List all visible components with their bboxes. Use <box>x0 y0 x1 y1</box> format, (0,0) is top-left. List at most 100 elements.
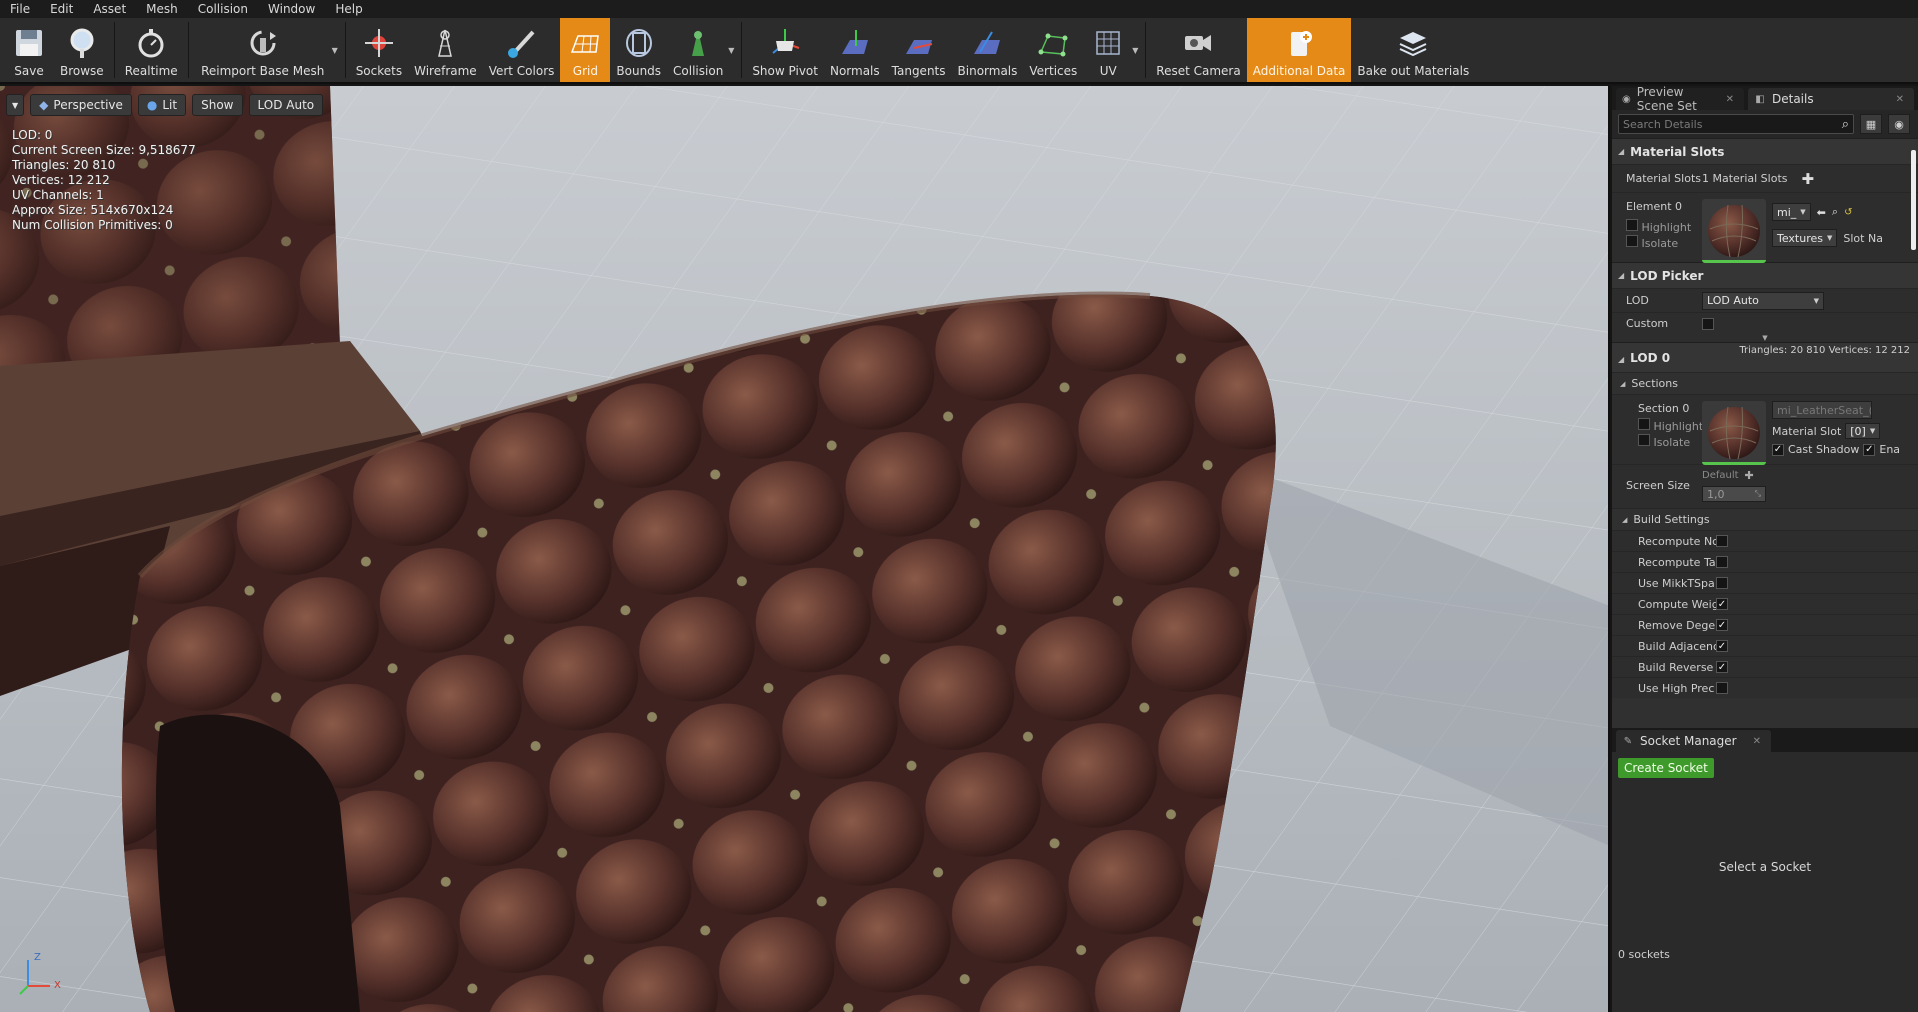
lod0-stats: Triangles: 20 810 Vertices: 12 212 <box>1739 345 1910 356</box>
build-setting-checkbox[interactable] <box>1716 682 1728 694</box>
stat-screen-size: Current Screen Size: 9,518677 <box>12 143 196 157</box>
collapse-arrow-icon: ◢ <box>1618 271 1625 280</box>
lod-auto-button[interactable]: LOD Auto <box>248 94 324 116</box>
tangents-button[interactable]: Tangents <box>886 18 952 82</box>
axis-z-label: Z <box>34 952 41 963</box>
add-icon[interactable]: ✚ <box>1745 469 1754 482</box>
additional-data-button[interactable]: Additional Data <box>1246 18 1352 82</box>
property-matrix-button[interactable]: ▦ <box>1860 114 1882 134</box>
bake-out-materials-button[interactable]: Bake out Materials <box>1351 18 1475 82</box>
view-options-button[interactable]: ◉ <box>1888 114 1910 134</box>
normals-button[interactable]: Normals <box>824 18 886 82</box>
reimport-button[interactable]: Reimport Base Mesh <box>193 18 333 82</box>
build-settings-subcategory[interactable]: ◢ Build Settings <box>1612 508 1918 530</box>
mesh-stats: LOD: 0 Current Screen Size: 9,518677 Tri… <box>12 128 196 233</box>
add-icon[interactable]: ✚ <box>1802 170 1815 188</box>
uv-button[interactable]: UV <box>1083 18 1133 82</box>
custom-checkbox[interactable] <box>1702 317 1714 330</box>
vert-colors-button[interactable]: Vert Colors <box>483 18 561 82</box>
lod-dropdown[interactable]: LOD Auto ▼ <box>1702 291 1824 310</box>
menu-collision[interactable]: Collision <box>188 0 258 18</box>
build-setting-checkbox[interactable]: ✓ <box>1716 598 1728 610</box>
reset-camera-button[interactable]: Reset Camera <box>1150 18 1246 82</box>
browse-button[interactable]: Browse <box>54 18 110 82</box>
build-setting-row: Recompute Nc <box>1612 530 1918 551</box>
menu-help[interactable]: Help <box>325 0 372 18</box>
collision-button[interactable]: Collision <box>667 18 729 82</box>
cast-shadow-checkbox[interactable]: ✓ <box>1772 443 1784 456</box>
wireframe-button[interactable]: Wireframe <box>408 18 483 82</box>
show-button[interactable]: Show <box>192 94 243 116</box>
expand-arrow-icon[interactable]: ▼ <box>1612 334 1918 342</box>
mesh-viewport[interactable]: ▼ ◆ Perspective ● Lit Show LOD Auto LOD: 0… <box>0 86 1610 1012</box>
highlight-checkbox[interactable] <box>1626 219 1638 231</box>
build-setting-checkbox[interactable] <box>1716 577 1728 589</box>
menu-asset[interactable]: Asset <box>83 0 136 18</box>
drag-handle-icon: ⤡ <box>1754 489 1761 498</box>
vertices-button[interactable]: Vertices <box>1023 18 1083 82</box>
collision-dropdown-icon[interactable]: ▼ <box>725 18 737 82</box>
menu-mesh[interactable]: Mesh <box>136 0 188 18</box>
binormals-button[interactable]: Binormals <box>952 18 1024 82</box>
sections-subcategory[interactable]: ◢ Sections <box>1612 372 1918 394</box>
additional-data-icon <box>1280 24 1318 62</box>
section-highlight-checkbox[interactable] <box>1638 418 1650 430</box>
close-icon[interactable]: ✕ <box>1753 736 1761 747</box>
search-details-input[interactable]: Search Details ⌕ <box>1618 114 1854 134</box>
scene-icon: ◉ <box>1622 93 1631 105</box>
bounds-button[interactable]: Bounds <box>610 18 667 82</box>
build-setting-checkbox[interactable] <box>1716 535 1728 547</box>
uv-dropdown-icon[interactable]: ▼ <box>1129 18 1141 82</box>
browse-search-icon[interactable]: ⌕ <box>1832 205 1838 219</box>
select-socket-text: Select a Socket <box>1718 860 1812 874</box>
lit-button[interactable]: ● Lit <box>137 94 187 116</box>
vertices-icon <box>1034 24 1072 62</box>
section-material-thumbnail[interactable] <box>1702 401 1766 465</box>
save-button[interactable]: Save <box>4 18 54 82</box>
textures-dropdown[interactable]: Textures ▼ <box>1772 229 1838 247</box>
tab-preview-scene-set[interactable]: ◉ Preview Scene Set ✕ <box>1616 85 1744 113</box>
perspective-button[interactable]: ◆ Perspective <box>30 94 132 116</box>
viewport-options-button[interactable]: ▼ <box>6 94 25 116</box>
build-setting-label: Use MikkTSpa <box>1638 576 1715 590</box>
enable-collision-checkbox[interactable]: ✓ <box>1863 443 1876 456</box>
create-socket-button[interactable]: Create Socket <box>1618 758 1714 778</box>
chevron-down-icon: ▼ <box>1813 296 1819 305</box>
show-pivot-button[interactable]: Show Pivot <box>746 18 824 82</box>
close-icon[interactable]: ✕ <box>1726 94 1734 105</box>
grid-button[interactable]: Grid <box>560 18 611 82</box>
tab-socket-manager[interactable]: ✎ Socket Manager ✕ <box>1616 730 1771 752</box>
close-icon[interactable]: ✕ <box>1896 94 1904 105</box>
realtime-button[interactable]: Realtime <box>119 18 184 82</box>
paintbrush-icon <box>503 24 541 62</box>
menu-file[interactable]: File <box>0 0 40 18</box>
isolate-checkbox[interactable] <box>1626 235 1638 247</box>
details-scrollbar[interactable] <box>1911 150 1916 250</box>
section-material-dropdown[interactable]: mi_LeatherSeat_(▼ <box>1772 401 1872 419</box>
material-sphere-icon <box>1702 199 1766 260</box>
material-slots-category[interactable]: ◢ Material Slots <box>1612 138 1918 164</box>
tab-details[interactable]: ◧ Details ✕ <box>1748 88 1914 110</box>
material-slot-dropdown[interactable]: [0] ▼ <box>1845 423 1881 439</box>
sockets-button[interactable]: Sockets <box>350 18 408 82</box>
reset-icon[interactable]: ↺ <box>1844 207 1852 218</box>
toolbar-separator <box>344 22 346 78</box>
lod0-category[interactable]: ◢ LOD 0 Triangles: 20 810 Vertices: 12 21… <box>1612 342 1918 372</box>
build-setting-checkbox[interactable]: ✓ <box>1716 640 1728 652</box>
section-isolate-checkbox[interactable] <box>1638 434 1650 446</box>
menu-edit[interactable]: Edit <box>40 0 83 18</box>
screen-size-input[interactable]: 1,0 ⤡ <box>1702 486 1766 502</box>
magnifier-icon <box>63 24 101 62</box>
lod-picker-category[interactable]: ◢ LOD Picker <box>1612 262 1918 288</box>
stat-num-collision: Num Collision Primitives: 0 <box>12 218 173 232</box>
menu-window[interactable]: Window <box>258 0 325 18</box>
build-setting-checkbox[interactable] <box>1716 556 1728 568</box>
arrow-left-icon[interactable]: ⬅ <box>1817 206 1826 219</box>
build-setting-checkbox[interactable]: ✓ <box>1716 619 1728 631</box>
material-dropdown[interactable]: mi_ ▼ <box>1772 203 1811 221</box>
socket-manager-body: Create Socket Select a Socket 0 sockets <box>1612 752 1918 1012</box>
reimport-dropdown-icon[interactable]: ▼ <box>329 18 341 82</box>
build-setting-checkbox[interactable]: ✓ <box>1716 661 1728 673</box>
material-thumbnail[interactable] <box>1702 199 1766 263</box>
viewport-scene <box>0 86 1608 1012</box>
